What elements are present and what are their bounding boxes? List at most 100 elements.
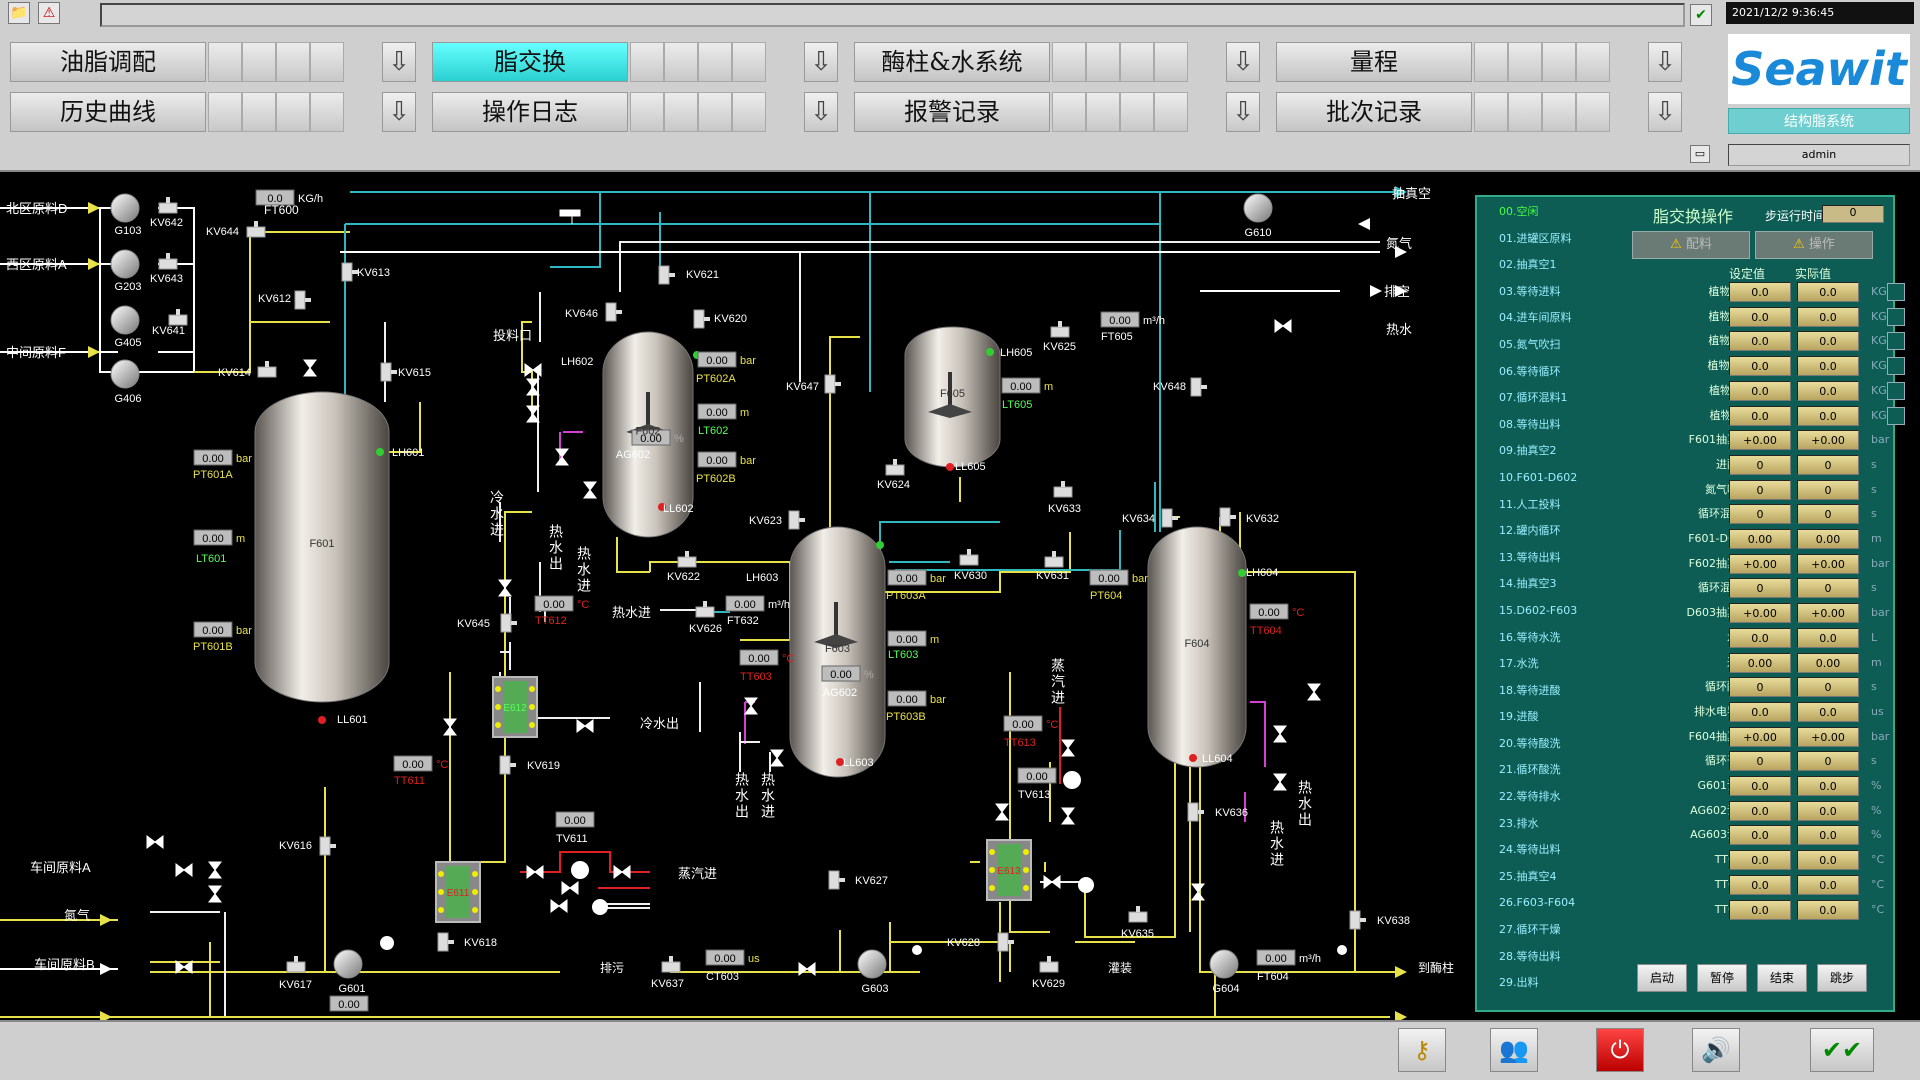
step-item[interactable]: 12.罐内循环 [1487, 518, 1627, 545]
kv-valve-kv646[interactable] [605, 302, 622, 322]
pump-icon[interactable] [110, 193, 140, 223]
valve[interactable] [303, 359, 317, 377]
step-item[interactable]: 03.等待进料 [1487, 279, 1627, 306]
check-valve-icon[interactable] [592, 899, 608, 915]
param-set-input[interactable]: 0.0 [1729, 380, 1791, 401]
pump-icon[interactable] [110, 359, 140, 389]
kv-valve-kv624[interactable] [885, 459, 905, 476]
kv-valve-kv622[interactable] [677, 551, 697, 568]
nav-dropdown-arrow-icon[interactable]: ⇩ [804, 42, 838, 82]
param-set-input[interactable]: 0 [1729, 479, 1791, 500]
screen-icon[interactable]: ▭ [1690, 145, 1710, 163]
kv-valve-kv614[interactable] [257, 361, 277, 378]
valve[interactable] [576, 719, 594, 733]
param-set-input[interactable]: 0.00 [1729, 529, 1791, 549]
control-valve-icon[interactable] [1063, 771, 1081, 789]
valve[interactable] [498, 579, 512, 597]
valve[interactable] [583, 481, 597, 499]
step-item[interactable]: 00.空闲 [1487, 199, 1627, 226]
power-icon[interactable]: ⏻ [1596, 1028, 1644, 1072]
kv-valve-kv612[interactable] [294, 290, 311, 310]
param-set-input[interactable]: 0.0 [1729, 850, 1791, 871]
param-set-input[interactable]: 0.0 [1729, 405, 1791, 426]
param-set-input[interactable]: 0 [1729, 578, 1791, 599]
valve[interactable] [995, 803, 1009, 821]
valve[interactable] [146, 835, 164, 849]
nav-dropdown-arrow-icon[interactable]: ⇩ [804, 92, 838, 132]
nav-button[interactable]: 历史曲线 [10, 92, 206, 132]
nav-button[interactable]: 量程 [1276, 42, 1472, 82]
kv-valve-kv633[interactable] [1053, 481, 1073, 498]
param-set-input[interactable]: +0.00 [1729, 726, 1791, 747]
param-set-input[interactable]: 0.0 [1729, 356, 1791, 377]
valve[interactable] [770, 749, 784, 767]
kv-valve-kv648[interactable] [1190, 377, 1207, 397]
step-item[interactable]: 26.F603-F604 [1487, 890, 1627, 917]
kv-valve-kv638[interactable] [1349, 910, 1366, 930]
valve[interactable] [1061, 739, 1075, 757]
control-valve-icon[interactable] [571, 861, 589, 879]
step-item[interactable]: 29.出料 [1487, 970, 1627, 997]
kv-valve-kv618[interactable] [437, 932, 454, 952]
nav-button[interactable]: 批次记录 [1276, 92, 1472, 132]
panel-action-button[interactable]: 跳步 [1817, 964, 1867, 992]
param-checkbox[interactable] [1887, 406, 1905, 425]
valve[interactable] [1307, 683, 1321, 701]
param-set-input[interactable]: 0.0 [1729, 701, 1791, 722]
step-item[interactable]: 07.循环混料1 [1487, 385, 1627, 412]
param-set-input[interactable]: 0 [1729, 677, 1791, 698]
param-checkbox[interactable] [1887, 381, 1905, 400]
nav-dropdown-arrow-icon[interactable]: ⇩ [1226, 92, 1260, 132]
kv-valve-kv623[interactable] [788, 510, 805, 530]
check-valve-icon[interactable] [1078, 877, 1094, 893]
param-set-input[interactable]: 0 [1729, 751, 1791, 772]
acknowledge-icon[interactable]: ✔✔ [1810, 1028, 1874, 1072]
pump-icon[interactable] [1209, 949, 1239, 979]
system-name-button[interactable]: 结构脂系统 [1728, 108, 1910, 134]
operation-warn-button[interactable]: ⚠ 操作 [1755, 231, 1873, 259]
param-checkbox[interactable] [1887, 307, 1905, 326]
kv-valve-kv630[interactable] [959, 549, 979, 566]
nav-dropdown-arrow-icon[interactable]: ⇩ [382, 42, 416, 82]
valve[interactable] [1273, 773, 1287, 791]
folder-icon[interactable]: 📁 [8, 2, 30, 24]
step-item[interactable]: 24.等待出料 [1487, 837, 1627, 864]
kv-valve-kv644[interactable] [246, 221, 266, 238]
param-set-input[interactable]: 0.0 [1729, 825, 1791, 846]
valve[interactable] [526, 865, 544, 879]
nav-button[interactable]: 脂交换 [432, 42, 628, 82]
kv-valve-kv635[interactable] [1128, 906, 1148, 923]
param-set-input[interactable]: 0.0 [1729, 776, 1791, 796]
pump-icon[interactable] [110, 249, 140, 279]
param-set-input[interactable]: 0.0 [1729, 306, 1791, 327]
param-set-input[interactable]: 0.0 [1729, 331, 1791, 352]
kv-valve-kv627[interactable] [828, 870, 845, 890]
step-item[interactable]: 19.进酸 [1487, 704, 1627, 731]
param-set-input[interactable]: 0.0 [1729, 282, 1791, 302]
pump-icon[interactable] [857, 949, 887, 979]
nav-button[interactable]: 报警记录 [854, 92, 1050, 132]
valve[interactable] [744, 697, 758, 715]
nav-dropdown-arrow-icon[interactable]: ⇩ [1226, 42, 1260, 82]
kv-valve-kv641[interactable] [168, 309, 188, 326]
step-item[interactable]: 22.等待排水 [1487, 784, 1627, 811]
param-set-input[interactable]: +0.00 [1729, 430, 1791, 451]
batching-warn-button[interactable]: ⚠ 配料 [1632, 231, 1750, 259]
valve[interactable] [1061, 807, 1075, 825]
step-item[interactable]: 23.排水 [1487, 811, 1627, 838]
valve[interactable] [613, 865, 631, 879]
kv-valve-kv643[interactable] [158, 253, 178, 270]
param-set-input[interactable]: 0.0 [1729, 800, 1791, 821]
kv-valve-kv617[interactable] [286, 956, 306, 973]
valve[interactable] [1273, 725, 1287, 743]
param-checkbox[interactable] [1887, 332, 1905, 351]
kv-valve-kv634[interactable] [1161, 508, 1178, 528]
param-set-input[interactable]: 0.0 [1729, 627, 1791, 648]
step-item[interactable]: 16.等待水洗 [1487, 625, 1627, 652]
step-item[interactable]: 28.等待出料 [1487, 944, 1627, 971]
kv-valve-kv628[interactable] [997, 932, 1014, 952]
nav-dropdown-arrow-icon[interactable]: ⇩ [382, 92, 416, 132]
valve[interactable] [798, 962, 816, 976]
kv-valve-kv625[interactable] [1050, 321, 1070, 338]
user-switch-icon[interactable]: 👥 [1490, 1028, 1538, 1072]
